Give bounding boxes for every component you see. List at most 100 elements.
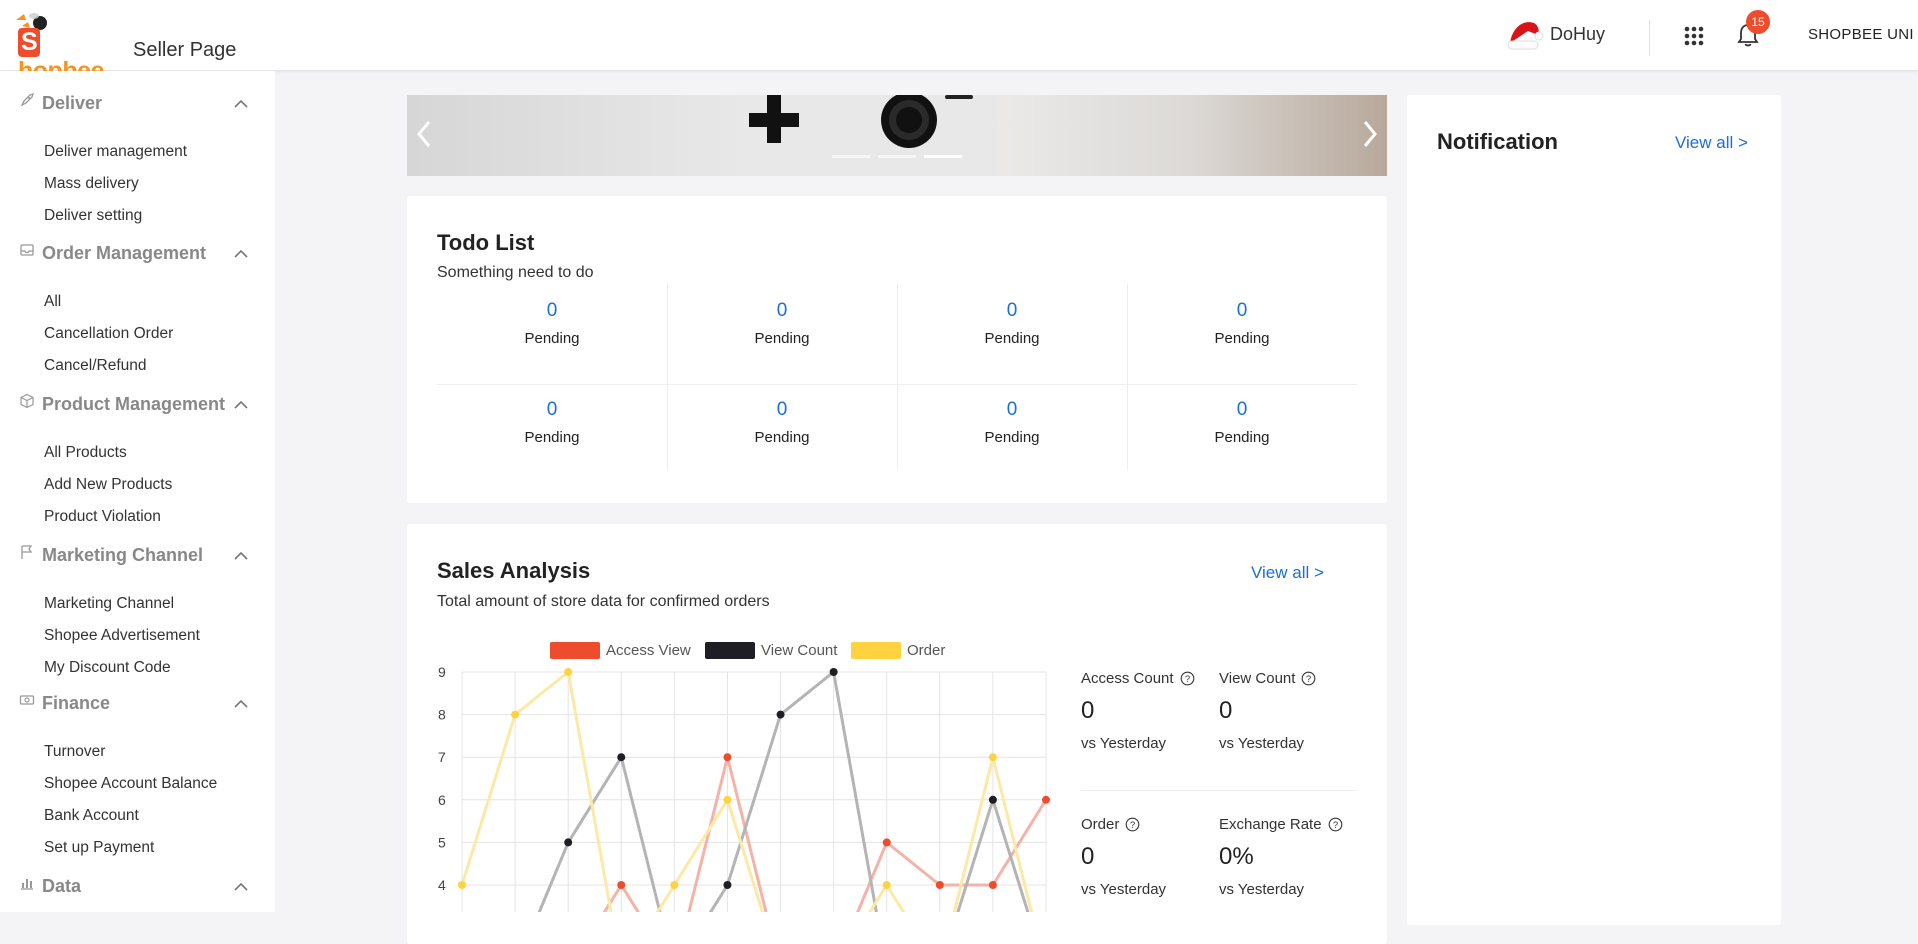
user-menu[interactable]: DoHuy	[1504, 16, 1605, 52]
svg-text:?: ?	[1130, 820, 1135, 831]
metric-value: 0	[1081, 843, 1095, 870]
help-icon[interactable]: ?	[1328, 817, 1343, 832]
sidebar-section-header[interactable]: Order Management	[0, 233, 275, 273]
chevron-up-icon[interactable]	[234, 99, 248, 108]
metric-access-count: Access Count ? 0 vs Yesterday	[1081, 670, 1195, 752]
todo-count: 0	[1236, 399, 1248, 420]
sidebar-item-my-discount-code[interactable]: My Discount Code	[44, 659, 171, 677]
todo-item[interactable]: 0 Pending	[667, 300, 897, 384]
notification-view-all-link[interactable]: View all >	[1675, 133, 1748, 153]
todo-item[interactable]: 0 Pending	[667, 399, 897, 483]
carousel-prev-icon[interactable]	[415, 119, 433, 149]
sidebar-section-header[interactable]: Marketing Channel	[0, 535, 275, 575]
data-point	[829, 668, 838, 676]
sidebar-item-set-up-payment[interactable]: Set up Payment	[44, 839, 154, 857]
metric-order: Order ? 0 vs Yesterday	[1081, 816, 1166, 898]
sidebar-item-add-new-products[interactable]: Add New Products	[44, 476, 172, 494]
todo-item[interactable]: 0 Pending	[897, 399, 1127, 483]
sidebar-item-all-products[interactable]: All Products	[44, 444, 127, 462]
flag-icon	[21, 545, 33, 559]
todo-count: 0	[1006, 399, 1018, 420]
sidebar-section-header[interactable]: Data	[0, 866, 275, 906]
sidebar-item-marketing-channel[interactable]: Marketing Channel	[44, 595, 174, 613]
sidebar-section-product-management: Product Management All Products Add New …	[0, 384, 275, 525]
series-line	[537, 669, 1030, 912]
carousel-indicators	[832, 155, 962, 158]
notification-card: Notification View all >	[1407, 95, 1781, 925]
sidebar-section-order-management: Order Management All Cancellation Order …	[0, 233, 275, 374]
carousel-dot[interactable]	[878, 155, 916, 158]
chevron-up-icon[interactable]	[234, 699, 248, 708]
y-tick-label: 8	[438, 707, 446, 723]
sidebar-section-header[interactable]: Deliver	[0, 83, 275, 123]
metric-compare: vs Yesterday	[1219, 881, 1305, 898]
data-point	[988, 881, 997, 889]
sidebar-section-deliver: Deliver Deliver management Mass delivery…	[0, 83, 275, 224]
chevron-up-icon[interactable]	[234, 882, 248, 891]
todo-item[interactable]: 0 Pending	[897, 300, 1127, 384]
help-icon[interactable]: ?	[1301, 671, 1316, 686]
box-icon	[20, 393, 34, 409]
chevron-up-icon[interactable]	[234, 400, 248, 409]
help-icon[interactable]: ?	[1180, 671, 1195, 686]
sidebar-item-deliver-management[interactable]: Deliver management	[44, 143, 187, 161]
data-point	[458, 881, 466, 889]
sidebar-item-all-orders[interactable]: All	[44, 293, 61, 311]
game-controller-image	[737, 95, 997, 176]
logo-subtitle: Seller Page	[133, 39, 237, 61]
carousel-next-icon[interactable]	[1361, 119, 1379, 149]
sidebar-item-shopee-advertisement[interactable]: Shopee Advertisement	[44, 627, 200, 645]
todo-count: 0	[776, 300, 788, 321]
data-point	[988, 753, 997, 762]
sidebar-item-product-violation[interactable]: Product Violation	[44, 508, 161, 526]
svg-text:?: ?	[1332, 820, 1337, 831]
help-icon[interactable]: ?	[1125, 817, 1140, 832]
todo-col-divider	[667, 284, 668, 470]
chevron-up-icon[interactable]	[234, 249, 248, 258]
sidebar-section-title: Marketing Channel	[42, 545, 204, 565]
sidebar-section-finance: Finance Turnover Shopee Account Balance …	[0, 683, 275, 856]
data-point	[882, 881, 891, 889]
sidebar-section-title: Deliver	[42, 93, 103, 113]
legend-order[interactable]: Order	[851, 642, 945, 659]
todo-label: Pending	[524, 330, 580, 347]
chevron-up-icon[interactable]	[234, 551, 248, 560]
carousel-dot-active[interactable]	[924, 155, 962, 158]
todo-item[interactable]: 0 Pending	[1127, 300, 1357, 384]
banner-carousel[interactable]	[407, 95, 1387, 176]
santa-hat-avatar-icon	[1507, 22, 1544, 50]
svg-text:?: ?	[1184, 674, 1189, 685]
top-header: Shopbee Seller Page DoHuy 15 SHOPBEE UNI	[0, 0, 1918, 85]
legend-label: View Count	[761, 642, 838, 659]
metric-label: Order	[1081, 816, 1120, 833]
todo-label: Pending	[754, 429, 810, 446]
sidebar-item-shopee-account-balance[interactable]: Shopee Account Balance	[44, 775, 217, 793]
todo-item[interactable]: 0 Pending	[437, 300, 667, 384]
sales-view-all-link[interactable]: View all >	[1251, 563, 1324, 583]
metric-view-count: View Count ? 0 vs Yesterday	[1219, 670, 1316, 752]
rocket-icon	[20, 92, 35, 107]
sidebar-section-header[interactable]: Finance	[0, 683, 275, 723]
sidebar-item-bank-account[interactable]: Bank Account	[44, 807, 139, 825]
todo-count: 0	[1006, 300, 1018, 321]
metric-compare: vs Yesterday	[1081, 735, 1167, 752]
todo-item[interactable]: 0 Pending	[437, 399, 667, 483]
shop-name-menu[interactable]: SHOPBEE UNI	[1808, 26, 1914, 43]
data-point	[723, 753, 732, 762]
sidebar-item-deliver-setting[interactable]: Deliver setting	[44, 207, 142, 225]
sidebar-item-turnover[interactable]: Turnover	[44, 743, 105, 761]
carousel-dot[interactable]	[832, 155, 870, 158]
todo-item[interactable]: 0 Pending	[1127, 399, 1357, 483]
apps-grid-icon[interactable]	[1683, 25, 1705, 47]
data-point	[882, 838, 891, 847]
sidebar-item-cancel-refund[interactable]: Cancel/Refund	[44, 357, 147, 375]
legend-access-view[interactable]: Access View	[550, 642, 691, 659]
sidebar-item-cancellation-order[interactable]: Cancellation Order	[44, 325, 173, 343]
legend-view-count[interactable]: View Count	[705, 642, 837, 659]
sidebar-item-mass-delivery[interactable]: Mass delivery	[44, 175, 139, 193]
todo-label: Pending	[754, 330, 810, 347]
sidebar-section-header[interactable]: Product Management	[0, 384, 275, 424]
data-point	[564, 838, 573, 847]
metric-value: 0%	[1219, 843, 1254, 870]
inbox-icon	[20, 244, 34, 256]
